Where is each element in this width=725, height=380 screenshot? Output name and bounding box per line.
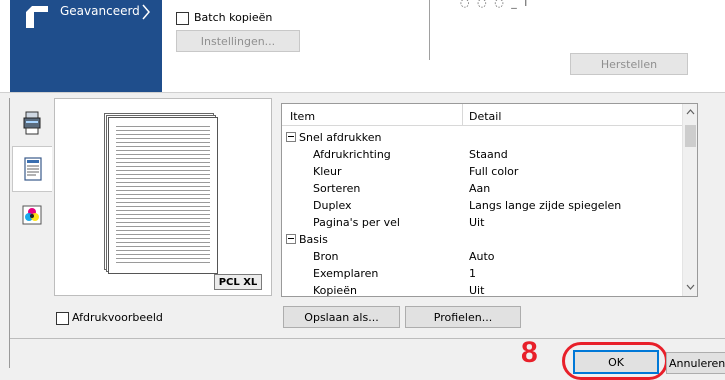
- batch-copies-checkbox[interactable]: [176, 12, 189, 25]
- row-detail: Staand: [469, 148, 508, 161]
- tab-color[interactable]: [12, 192, 52, 238]
- tab-layout[interactable]: [12, 146, 52, 192]
- scroll-down-icon[interactable]: [683, 279, 698, 295]
- row-detail: Aan: [469, 182, 491, 195]
- color-icon: [22, 205, 42, 225]
- row-detail: Langs lange zijde spiegelen: [469, 199, 622, 212]
- pcl-xl-badge: PCL XL: [214, 274, 262, 290]
- row-item: Afdrukrichting: [313, 148, 391, 161]
- row-item: Bron: [313, 250, 339, 263]
- reset-button[interactable]: Herstellen: [570, 53, 688, 75]
- paper-preview: [108, 117, 218, 274]
- row-detail: Uit: [469, 284, 485, 297]
- printer-icon: [23, 111, 41, 135]
- print-preview-label: Afdrukvoorbeeld: [72, 311, 163, 324]
- batch-copies-label: Batch kopieën: [194, 11, 273, 24]
- advanced-nav-label: Geavanceerd: [60, 4, 140, 18]
- row-item: Pagina's per vel: [313, 216, 400, 229]
- step-number-annotation: 8: [521, 336, 538, 369]
- print-preview-checkbox[interactable]: [56, 312, 69, 325]
- profiles-button[interactable]: Profielen...: [405, 306, 521, 328]
- document-icon: [23, 157, 42, 181]
- save-as-button[interactable]: Opslaan als...: [283, 306, 400, 328]
- collapse-icon[interactable]: [286, 132, 296, 142]
- settings-button[interactable]: Instellingen...: [176, 30, 300, 52]
- scroll-up-icon[interactable]: [683, 104, 698, 120]
- column-header-detail[interactable]: Detail: [469, 110, 501, 123]
- row-item: Basis: [299, 233, 328, 246]
- cancel-button[interactable]: Annuleren: [666, 352, 725, 374]
- row-detail: Uit: [469, 216, 485, 229]
- table-row[interactable]: Exemplaren 1: [282, 265, 682, 282]
- tree-group-row[interactable]: Snel afdrukken: [282, 129, 682, 146]
- row-item: Sorteren: [313, 182, 361, 195]
- divider: [9, 98, 10, 368]
- table-row[interactable]: Sorteren Aan: [282, 180, 682, 197]
- row-item: Snel afdrukken: [299, 131, 382, 144]
- chevron-right-icon: [142, 4, 150, 20]
- vertical-scrollbar[interactable]: [682, 104, 697, 296]
- divider: [429, 0, 430, 60]
- column-separator[interactable]: [462, 104, 463, 126]
- ok-button[interactable]: OK: [573, 350, 659, 374]
- scrollbar-thumb[interactable]: [685, 125, 696, 147]
- tab-device[interactable]: [12, 100, 52, 146]
- table-row[interactable]: Kopieën Uit: [282, 282, 682, 297]
- clipped-options-row: ◌ ◌ ◌ _ ı: [460, 0, 530, 9]
- table-row[interactable]: Kleur Full color: [282, 163, 682, 180]
- settings-tree-grid[interactable]: Item Detail Snel afdrukken Afdrukrichtin…: [281, 103, 698, 297]
- row-detail: 1: [469, 267, 476, 280]
- divider: [10, 338, 725, 339]
- table-row[interactable]: Bron Auto: [282, 248, 682, 265]
- table-row[interactable]: Pagina's per vel Uit: [282, 214, 682, 231]
- row-item: Exemplaren: [313, 267, 379, 280]
- column-header-item[interactable]: Item: [290, 110, 315, 123]
- row-item: Kopieën: [313, 284, 357, 297]
- table-row[interactable]: Duplex Langs lange zijde spiegelen: [282, 197, 682, 214]
- arrow-icon: [26, 6, 48, 28]
- row-item: Duplex: [313, 199, 352, 212]
- tree-group-row[interactable]: Basis: [282, 231, 682, 248]
- grid-header: Item Detail: [282, 104, 682, 126]
- row-item: Kleur: [313, 165, 342, 178]
- table-row[interactable]: Afdrukrichting Staand: [282, 146, 682, 163]
- row-detail: Auto: [469, 250, 495, 263]
- row-detail: Full color: [469, 165, 519, 178]
- collapse-icon[interactable]: [286, 234, 296, 244]
